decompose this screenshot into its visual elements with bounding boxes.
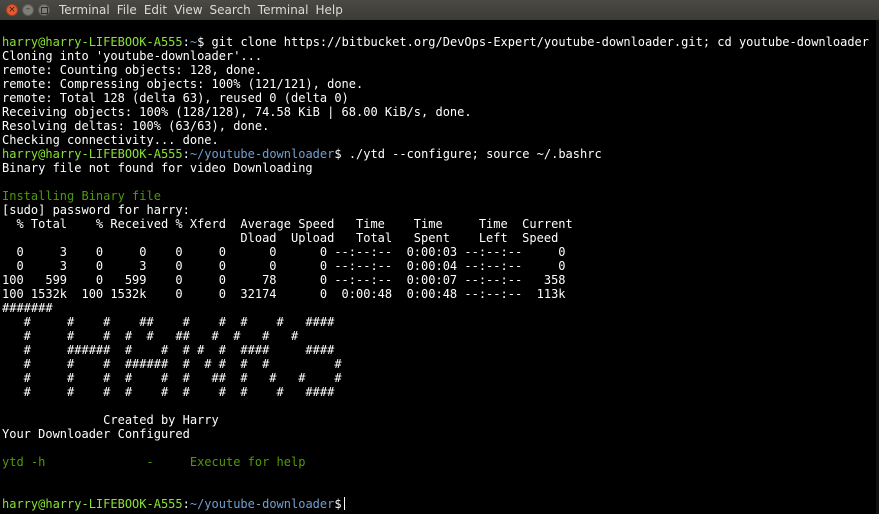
maximize-window-icon[interactable] <box>38 4 50 16</box>
output-line: Binary file not found for video Download… <box>2 161 313 175</box>
curl-row: 100 1532k 100 1532k 0 0 32174 0 0:00:48 … <box>2 287 566 301</box>
installing-message: Installing Binary file <box>2 189 161 203</box>
curl-row: 100 599 0 599 0 0 78 0 --:--:-- 0:00:07 … <box>2 273 566 287</box>
minimize-window-icon[interactable]: – <box>22 4 34 16</box>
prompt-path: ~ <box>189 35 198 49</box>
curl-header: Dload Upload Total Spent Left Speed <box>2 231 559 245</box>
ascii-banner-line: # # # # # # # # # #### <box>2 385 335 399</box>
output-line: Resolving deltas: 100% (63/63), done. <box>2 119 270 133</box>
menu-search[interactable]: Search <box>210 3 251 17</box>
menu-view[interactable]: View <box>174 3 202 17</box>
close-window-icon[interactable]: × <box>6 4 18 16</box>
curl-row: 0 3 0 0 0 0 0 0 --:--:-- 0:00:03 --:--:-… <box>2 245 566 259</box>
ascii-banner-line: # ###### # # # # # #### #### <box>2 343 335 357</box>
output-line: remote: Compressing objects: 100% (121/1… <box>2 77 364 91</box>
command-text: ./ytd --configure; source ~/.bashrc <box>341 147 602 161</box>
command-line-1: harry@harry-LIFEBOOK-A555:~$ git clone h… <box>2 35 869 49</box>
curl-header: % Total % Received % Xferd Average Speed… <box>2 217 573 231</box>
prompt-userhost: harry@harry-LIFEBOOK-A555 <box>2 35 183 49</box>
prompt-userhost: harry@harry-LIFEBOOK-A555 <box>2 147 183 161</box>
menu-app-terminal[interactable]: Terminal <box>59 3 110 17</box>
menu-terminal[interactable]: Terminal <box>258 3 309 17</box>
ascii-banner-line: # # # # # ## # # # # <box>2 329 299 343</box>
hash-line: ####### <box>2 301 53 315</box>
created-by-line: Created by Harry <box>2 413 219 427</box>
prompt-path: ~/youtube-downloader <box>189 147 335 161</box>
prompt-symbol: $ <box>334 147 342 161</box>
text-cursor <box>343 497 345 510</box>
curl-row: 0 3 0 3 0 0 0 0 --:--:-- 0:00:04 --:--:-… <box>2 259 566 273</box>
command-text: git clone https://bitbucket.org/DevOps-E… <box>204 35 869 49</box>
sudo-prompt: [sudo] password for harry: <box>2 203 190 217</box>
ascii-banner-line: # # # ## # # # # #### <box>2 315 335 329</box>
ascii-banner-line: # # # ###### # # # # # # <box>2 357 342 371</box>
menu-edit[interactable]: Edit <box>144 3 167 17</box>
output-line: Checking connectivity... done. <box>2 133 219 147</box>
configured-line: Your Downloader Configured <box>2 427 190 441</box>
ascii-banner-line: # # # # # # ## # # # # <box>2 371 342 385</box>
command-line-2: harry@harry-LIFEBOOK-A555:~/youtube-down… <box>2 147 602 161</box>
menu-help[interactable]: Help <box>316 3 343 17</box>
output-line: remote: Counting objects: 128, done. <box>2 63 263 77</box>
command-line-3[interactable]: harry@harry-LIFEBOOK-A555:~/youtube-down… <box>2 497 879 511</box>
title-menubar: × – Terminal File Edit View Search Termi… <box>0 0 879 20</box>
prompt-path: ~/youtube-downloader <box>189 497 335 511</box>
output-line: Cloning into 'youtube-downloader'... <box>2 49 263 63</box>
menu-file[interactable]: File <box>117 3 137 17</box>
terminal-output[interactable]: harry@harry-LIFEBOOK-A555:~$ git clone h… <box>2 35 879 511</box>
output-line: remote: Total 128 (delta 63), reused 0 (… <box>2 91 349 105</box>
menu-bar: Terminal File Edit View Search Terminal … <box>59 3 350 17</box>
output-line: Receiving objects: 100% (128/128), 74.58… <box>2 105 472 119</box>
help-line: ytd -h - Execute for help <box>2 455 306 469</box>
prompt-userhost: harry@harry-LIFEBOOK-A555 <box>2 497 183 511</box>
prompt-symbol: $ <box>334 497 342 511</box>
